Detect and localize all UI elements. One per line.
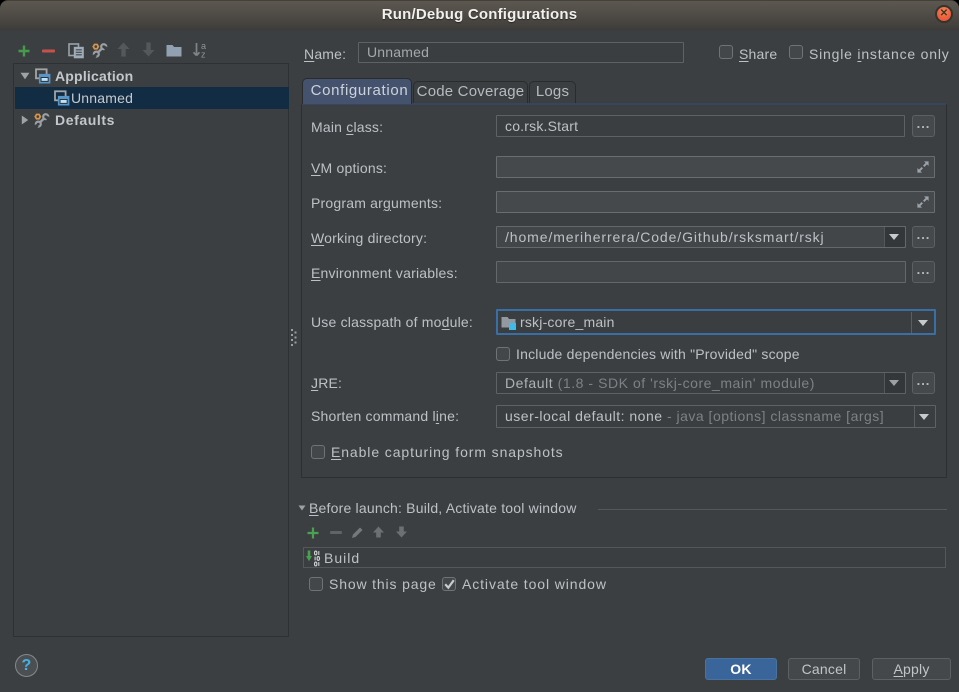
svg-text:z: z xyxy=(201,50,206,59)
